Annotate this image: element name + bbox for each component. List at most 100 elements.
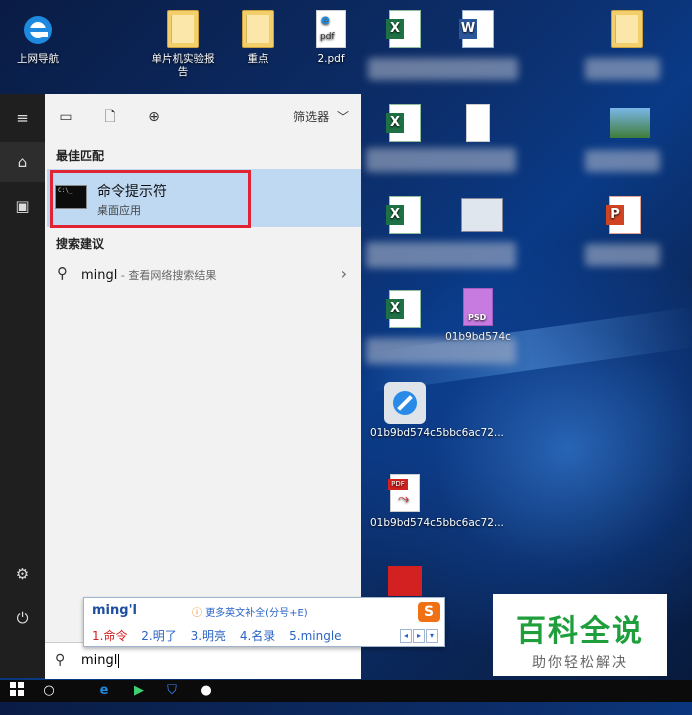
desktop-icon-folder-report[interactable]: 单片机实验报告 xyxy=(148,10,218,79)
image-icon xyxy=(610,108,650,138)
windows-start-icon[interactable] xyxy=(8,682,26,700)
taskbar-search-input[interactable]: ⚲ mingl xyxy=(45,642,361,679)
edge-icon[interactable]: e xyxy=(95,682,113,700)
blurred-label xyxy=(585,244,660,266)
desktop-icon-pdf[interactable]: e pdf 2.pdf xyxy=(296,10,366,66)
acrobat-icon xyxy=(388,566,422,596)
prev-page-icon[interactable]: ◂ xyxy=(400,629,412,643)
desktop-icon-image[interactable] xyxy=(592,108,662,151)
excel-icon: X xyxy=(386,290,421,328)
powerpoint-icon: P xyxy=(606,196,641,234)
start-menu-rail: ≡ ⌂ ▣ ⚙ ⏻ xyxy=(0,94,45,678)
desktop-icon-ppt[interactable]: P xyxy=(590,196,660,239)
settings-icon[interactable]: ⚙ xyxy=(0,554,45,594)
sogou-logo-icon: S xyxy=(418,602,440,622)
watermark-title: 百科全说 xyxy=(516,614,644,649)
excel-icon: X xyxy=(386,10,421,48)
folder-icon xyxy=(611,10,643,48)
desktop-icon-pdf-2[interactable]: PDF ⤳ 01b9bd574c5bbc6ac72... xyxy=(370,474,504,530)
chevron-down-icon: ﹀ xyxy=(336,110,349,124)
blurred-label xyxy=(368,58,518,80)
desktop-icon-word[interactable]: W xyxy=(443,10,513,53)
folder-icon xyxy=(242,10,274,48)
desktop-icon-excel-1[interactable]: X xyxy=(370,10,440,53)
ime-candidate[interactable]: 2.明了 xyxy=(141,629,176,643)
suggestion-query: mingl xyxy=(81,268,118,283)
ime-composition: ming'l xyxy=(92,603,137,618)
watermark: 百科全说 助你轻松解决 xyxy=(493,594,667,676)
blurred-label xyxy=(366,338,516,364)
menu-icon[interactable]: ≡ xyxy=(0,98,45,138)
watermark-subtitle: 助你轻松解决 xyxy=(532,655,628,671)
word-icon: W xyxy=(459,10,494,48)
documents-filter-icon[interactable]: 🗋 xyxy=(101,108,119,126)
best-match-subtitle: 桌面应用 xyxy=(97,204,141,217)
desktop-icon-label: 2.pdf xyxy=(317,53,345,65)
home-icon[interactable]: ⌂ xyxy=(0,142,45,182)
desktop-icon-folder-key[interactable]: 重点 xyxy=(223,10,293,66)
power-icon[interactable]: ⏻ xyxy=(0,598,45,638)
apps-filter-icon[interactable]: ▭ xyxy=(57,108,75,126)
blurred-label xyxy=(366,148,516,172)
desktop-icon-label: 单片机实验报告 xyxy=(151,53,215,78)
excel-icon: X xyxy=(386,196,421,234)
blurred-label xyxy=(585,150,660,172)
desktop-icon-excel-2[interactable]: X xyxy=(370,104,440,147)
best-match-heading: 最佳匹配 xyxy=(56,149,105,163)
excel-icon: X xyxy=(386,104,421,142)
command-prompt-icon xyxy=(55,185,87,209)
search-icon: ⚲ xyxy=(55,652,66,668)
desktop-icon-app[interactable] xyxy=(443,198,513,241)
next-page-icon[interactable]: ▸ xyxy=(413,629,425,643)
search-results-panel: ▭ 🗋 ⊕ 筛选器 ﹀ 最佳匹配 命令提示符 桌面应用 搜索建议 ⚲ mingl… xyxy=(45,94,361,678)
info-icon: ⓘ xyxy=(192,608,202,619)
ime-candidate-window: ming'l ⓘ 更多英文补全(分号+E) S 1.命令 2.明了 3.明亮 4… xyxy=(83,597,445,647)
search-input-value: mingl xyxy=(81,653,118,668)
suggestion-description: - 查看网络搜索结果 xyxy=(117,269,217,282)
ime-candidate[interactable]: 5.mingle xyxy=(289,629,341,643)
document-icon xyxy=(466,104,490,142)
desktop-icon-label: 重点 xyxy=(247,53,269,65)
search-filter-bar: ▭ 🗋 ⊕ 筛选器 ﹀ xyxy=(45,94,361,140)
best-match-item[interactable]: 命令提示符 桌面应用 xyxy=(47,169,361,228)
safari-icon xyxy=(384,382,426,424)
filter-label: 筛选器 xyxy=(293,110,330,124)
ime-candidate[interactable]: 4.名录 xyxy=(240,629,275,643)
best-match-title: 命令提示符 xyxy=(97,184,167,200)
web-filter-icon[interactable]: ⊕ xyxy=(145,108,163,126)
ime-candidates: 1.命令 2.明了 3.明亮 4.名录 5.mingle xyxy=(92,627,352,644)
desktop-icon-psd[interactable]: PSD 01b9bd574c xyxy=(443,288,513,344)
desktop-icon-label: 上网导航 xyxy=(17,53,59,65)
filter-dropdown[interactable]: 筛选器 ﹀ xyxy=(293,108,349,125)
desktop-icon-doc[interactable] xyxy=(443,104,513,147)
ime-candidate[interactable]: 1.命令 xyxy=(92,629,127,643)
ime-page-nav: ◂ ▸ ▾ xyxy=(399,627,438,643)
expand-icon[interactable]: ▾ xyxy=(426,629,438,643)
desktop-icon-excel-3[interactable]: X xyxy=(370,196,440,239)
desktop-icon-excel-4[interactable]: X xyxy=(370,290,440,333)
web-suggestion-item[interactable]: ⚲ mingl - 查看网络搜索结果 › xyxy=(47,258,361,292)
taskbar: ○ e ▶ ⛉ ● xyxy=(0,680,692,702)
desktop-icon-label: 01b9bd574c5bbc6ac72... xyxy=(370,517,504,529)
app-icon xyxy=(461,198,503,232)
pdf-icon: e pdf xyxy=(316,10,346,48)
pdf-red-icon: PDF ⤳ xyxy=(388,474,420,512)
shield-icon[interactable]: ⛉ xyxy=(163,682,181,700)
app-icon[interactable]: ● xyxy=(197,682,215,700)
cortana-icon[interactable]: ○ xyxy=(40,682,58,700)
blurred-label xyxy=(366,242,516,268)
blurred-label xyxy=(585,58,660,80)
ie-icon xyxy=(21,10,55,50)
desktop-icon-browser[interactable]: 上网导航 xyxy=(3,10,73,66)
play-store-icon[interactable]: ▶ xyxy=(130,682,148,700)
ime-hint[interactable]: ⓘ 更多英文补全(分号+E) xyxy=(192,604,308,619)
search-icon: ⚲ xyxy=(57,264,68,282)
desktop-icon-folder-3[interactable] xyxy=(592,10,662,53)
ime-candidate[interactable]: 3.明亮 xyxy=(191,629,226,643)
desktop-icon-safari[interactable]: 01b9bd574c5bbc6ac72... xyxy=(370,382,504,440)
suggestions-heading: 搜索建议 xyxy=(56,237,105,251)
folder-icon xyxy=(167,10,199,48)
documents-icon[interactable]: ▣ xyxy=(0,186,45,226)
desktop-icon-label: 01b9bd574c5bbc6ac72... xyxy=(370,427,504,439)
chevron-right-icon[interactable]: › xyxy=(341,264,347,283)
